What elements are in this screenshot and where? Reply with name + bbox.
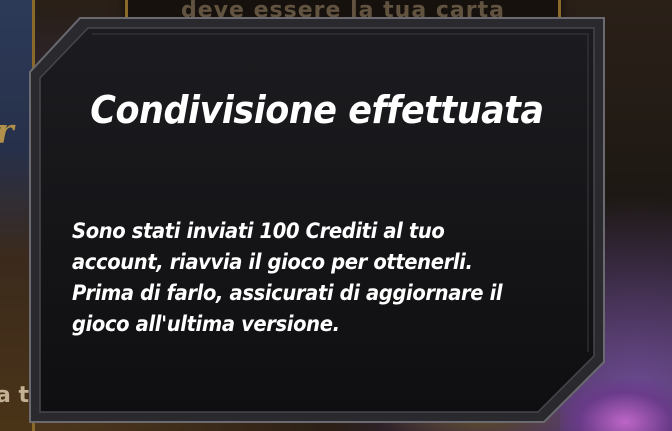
dialog-title: Condivisione effettuata <box>90 88 544 132</box>
share-success-dialog[interactable]: Condivisione effettuata Sono stati invia… <box>28 16 606 424</box>
dialog-message: Sono stati inviati 100 Crediti al tuo ac… <box>72 219 503 336</box>
background-card-left-title: Pr <box>0 112 13 152</box>
game-screen: Pr r deve essere la tua carta preferita.… <box>0 0 672 431</box>
